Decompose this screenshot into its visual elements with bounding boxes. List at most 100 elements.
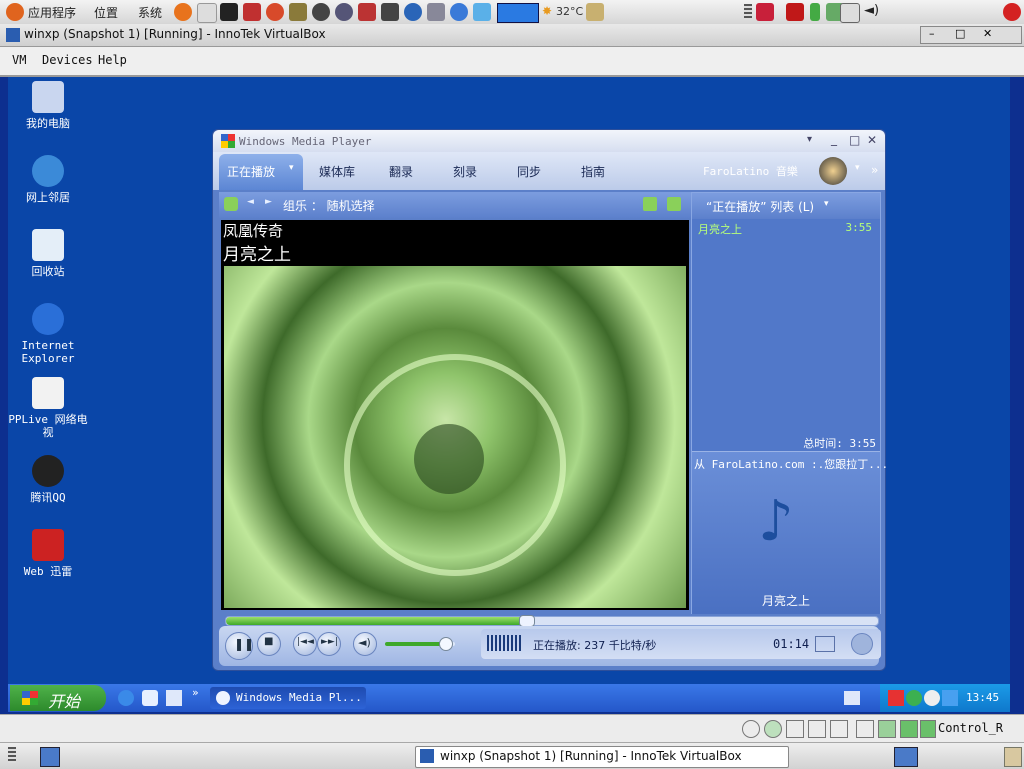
ubuntu-logo-icon[interactable] xyxy=(6,3,24,21)
store-menu-arrow-icon[interactable]: ▾ xyxy=(855,163,860,173)
cdrom-icon[interactable] xyxy=(764,720,782,738)
notes-icon[interactable] xyxy=(586,3,604,21)
workspace-1[interactable] xyxy=(894,747,918,767)
tray-app-icon-4[interactable] xyxy=(942,690,958,706)
store-logo-icon[interactable] xyxy=(819,157,847,185)
app-icon-7[interactable] xyxy=(381,3,399,21)
desktop-icon-ie[interactable]: Internet Explorer xyxy=(8,303,88,365)
volume-icon[interactable]: ◄) xyxy=(864,3,879,18)
next-button[interactable]: ►►| xyxy=(317,632,341,656)
tab-rip[interactable]: 翻录 xyxy=(389,163,413,180)
battery-icon[interactable] xyxy=(810,3,820,21)
tray-app-icon-1[interactable] xyxy=(888,690,904,706)
desktop-icon-network[interactable]: 网上邻居 xyxy=(8,155,88,204)
panel-handle[interactable] xyxy=(8,747,16,763)
quicklaunch-download-icon[interactable] xyxy=(166,690,182,706)
usb-icon[interactable] xyxy=(830,720,848,738)
task-button-wmp[interactable]: Windows Media Pl... xyxy=(210,687,366,709)
start-button[interactable]: 开始 xyxy=(10,685,106,711)
minimize-icon[interactable]: – xyxy=(929,27,935,40)
fullscreen-icon[interactable] xyxy=(643,197,657,211)
host-key-icon[interactable] xyxy=(920,720,936,738)
playlist-title[interactable]: “正在播放” 列表 (L) xyxy=(706,198,814,215)
app-icon-9[interactable] xyxy=(427,3,445,21)
tray-app-icon-2[interactable] xyxy=(906,690,922,706)
window-list-icon[interactable] xyxy=(840,3,860,23)
tray-app-icon-3[interactable] xyxy=(924,690,940,706)
quicklaunch-overflow-icon[interactable]: » xyxy=(192,686,199,699)
desktop-icon-pplive[interactable]: PPLive 网络电视 xyxy=(8,377,88,439)
menu-applications[interactable]: 应用程序 xyxy=(28,4,76,21)
pane-toggle-icon[interactable] xyxy=(667,197,681,211)
visualization-canvas[interactable] xyxy=(224,266,686,608)
prev-viz-icon[interactable]: ◄ xyxy=(247,197,254,207)
mouse-integration-icon[interactable] xyxy=(900,720,918,738)
desktop-icon-qq[interactable]: 腾讯QQ xyxy=(8,455,88,504)
app-icon-10[interactable] xyxy=(450,3,468,21)
seek-bar[interactable] xyxy=(225,615,879,627)
app-icon-11[interactable] xyxy=(473,3,491,21)
wmp-menu-arrow-icon[interactable]: ▾ xyxy=(807,134,812,145)
trash-icon[interactable] xyxy=(1004,747,1022,767)
menu-help[interactable]: Help xyxy=(98,53,127,67)
maximize-icon[interactable]: □ xyxy=(955,27,965,40)
guest-additions-icon[interactable] xyxy=(878,720,896,738)
bottom-task-vbox[interactable]: winxp (Snapshot 1) [Running] - InnoTek V… xyxy=(415,746,789,768)
app-icon-4[interactable] xyxy=(312,3,330,21)
menu-system[interactable]: 系统 xyxy=(138,4,162,21)
ruby-icon[interactable] xyxy=(786,3,804,21)
terminal-icon[interactable] xyxy=(220,3,238,21)
tab-library[interactable]: 媒体库 xyxy=(319,163,355,180)
firefox-icon[interactable] xyxy=(174,3,192,21)
desktop-icon-my-computer[interactable]: 我的电脑 xyxy=(8,81,88,130)
floppy-icon[interactable] xyxy=(786,720,804,738)
tab-now-playing-arrow-icon[interactable]: ▾ xyxy=(289,163,294,173)
input-method-icon[interactable] xyxy=(756,3,774,21)
pause-button[interactable]: ❚❚ xyxy=(225,632,254,660)
wmp-minimize-icon[interactable]: _ xyxy=(831,132,837,146)
weather-temp[interactable]: 32°C xyxy=(556,5,583,18)
app-icon-6[interactable] xyxy=(358,3,376,21)
media-info-line[interactable]: 从 FaroLatino.com :.您跟拉丁... xyxy=(694,456,888,472)
playlist-menu-arrow-icon[interactable]: ▾ xyxy=(824,199,829,209)
tab-guide[interactable]: 指南 xyxy=(581,163,605,180)
tab-now-playing[interactable]: 正在播放 xyxy=(227,163,275,180)
visualization-menu-icon[interactable] xyxy=(224,197,238,211)
harddisk-icon[interactable] xyxy=(742,720,760,738)
quicklaunch-ie-icon[interactable] xyxy=(118,690,134,706)
app-icon-2[interactable] xyxy=(266,3,284,21)
app-icon-3[interactable] xyxy=(289,3,307,21)
xp-clock[interactable]: 13:45 xyxy=(966,691,999,704)
show-desktop-icon[interactable] xyxy=(40,747,60,767)
wmp-close-icon[interactable]: ✕ xyxy=(867,133,877,147)
wmp-maximize-icon[interactable]: □ xyxy=(849,133,860,147)
network-adapter-icon[interactable] xyxy=(808,720,826,738)
keyboard-icon[interactable] xyxy=(844,691,860,705)
volume-slider[interactable] xyxy=(385,637,455,651)
menu-places[interactable]: 位置 xyxy=(94,4,118,21)
playlist-item[interactable]: 月亮之上 3:55 xyxy=(692,221,880,237)
mail-icon[interactable] xyxy=(197,3,217,23)
tab-burn[interactable]: 刻录 xyxy=(453,163,477,180)
store-label[interactable]: FaroLatino 音樂 xyxy=(703,163,798,179)
menu-devices[interactable]: Devices xyxy=(42,53,93,67)
mini-mode-icon[interactable] xyxy=(851,633,873,655)
desktop-icon-xunlei[interactable]: Web 迅雷 xyxy=(8,529,88,578)
app-icon-8[interactable] xyxy=(404,3,422,21)
app-icon-1[interactable] xyxy=(243,3,261,21)
volume-thumb[interactable] xyxy=(438,637,453,651)
shared-folders-icon[interactable] xyxy=(856,720,874,738)
app-icon-5[interactable] xyxy=(335,3,353,21)
quicklaunch-desktop-icon[interactable] xyxy=(142,690,158,706)
mute-button[interactable]: ◄) xyxy=(353,632,377,656)
desktop-icon-recycle-bin[interactable]: 回收站 xyxy=(8,229,88,278)
workspace-handle[interactable] xyxy=(744,4,752,20)
stop-button[interactable]: ■ xyxy=(257,632,281,656)
previous-button[interactable]: |◄◄ xyxy=(293,632,317,656)
menu-vm[interactable]: VM xyxy=(12,53,26,67)
next-viz-icon[interactable]: ► xyxy=(265,197,272,207)
expand-chevron-icon[interactable]: » xyxy=(871,163,878,177)
repeat-icon[interactable] xyxy=(815,636,835,652)
system-monitor-graph[interactable] xyxy=(497,3,539,23)
close-icon[interactable]: ✕ xyxy=(983,27,992,40)
